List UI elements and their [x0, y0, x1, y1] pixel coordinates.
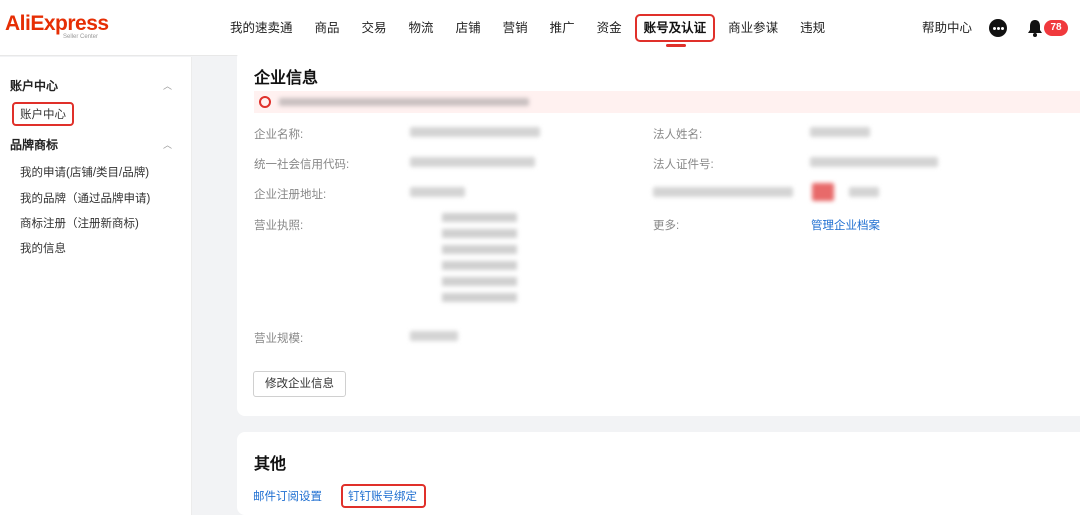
redacted-company-name	[410, 127, 540, 137]
company-info-title: 企业信息	[254, 70, 319, 87]
nav-item-my-aliexpress[interactable]: 我的速卖通	[230, 0, 293, 56]
nav-item-orders[interactable]: 交易	[362, 0, 387, 56]
sidebar-item-account-center[interactable]: 账户中心	[12, 102, 74, 126]
chevron-up-icon[interactable]: ︿	[163, 79, 172, 92]
manage-company-profile-link[interactable]: 管理企业档案	[811, 217, 880, 233]
edit-company-info-button[interactable]: 修改企业信息	[253, 371, 346, 397]
nav-item-promotion[interactable]: 推广	[550, 0, 575, 56]
redacted-credit-code	[410, 157, 535, 167]
company-name-label: 企业名称:	[254, 129, 304, 141]
nav-item-marketing[interactable]: 营销	[503, 0, 528, 56]
notice-banner	[254, 91, 1080, 113]
license-image-thumbnail[interactable]	[442, 213, 517, 308]
dingtalk-link-highlight	[341, 484, 426, 508]
legal-rep-id-label: 法人证件号:	[653, 159, 714, 171]
sidebar-group-brand-trademark[interactable]: 品牌商标	[10, 136, 58, 153]
chevron-up-icon[interactable]: ︿	[163, 138, 172, 151]
bell-icon[interactable]	[1027, 19, 1043, 37]
logo-brand-text: AliExpress	[5, 12, 109, 35]
sidebar-item-my-applications[interactable]: 我的申请(店铺/类目/品牌)	[20, 164, 149, 180]
logo-sub-text: Seller Center	[63, 34, 99, 40]
sidebar: 账户中心 ︿ 账户中心 品牌商标 ︿ 我的申请(店铺/类目/品牌) 我的品牌（通…	[0, 57, 192, 515]
nav-item-products[interactable]: 商品	[315, 0, 340, 56]
business-license-label: 营业执照:	[254, 220, 304, 232]
company-info-card: 企业信息 企业名称: 统一社会信用代码: 企业注册地址: 营业执照: 营业规模:…	[237, 50, 1080, 416]
notification-badge: 78	[1044, 20, 1068, 36]
top-bar: AliExpress Seller Center 我的速卖通 商品 交易 物流 …	[0, 0, 1080, 56]
redacted-legal-rep-id	[810, 157, 938, 167]
business-scale-label: 营业规模:	[254, 333, 304, 345]
sidebar-group-account-center[interactable]: 账户中心	[10, 77, 58, 94]
redacted-mark	[812, 183, 834, 201]
active-nav-highlight	[634, 14, 716, 42]
sidebar-item-my-info[interactable]: 我的信息	[20, 240, 66, 256]
redacted-address-detail	[653, 187, 793, 197]
active-nav-underline	[665, 44, 686, 47]
redacted-business-scale	[410, 331, 458, 341]
other-title: 其他	[254, 456, 287, 473]
email-subscription-link[interactable]: 邮件订阅设置	[253, 488, 322, 504]
redacted-legal-rep-name	[810, 127, 870, 137]
registered-address-label: 企业注册地址:	[254, 189, 327, 201]
nav-item-business-advisor[interactable]: 商业参谋	[728, 0, 778, 56]
redacted-registered-address	[410, 187, 465, 197]
nav-item-account-verification[interactable]: 账号及认证	[634, 0, 716, 56]
help-center-link[interactable]: 帮助中心	[922, 0, 972, 56]
redacted-notice-text	[279, 98, 529, 106]
aliexpress-logo[interactable]: AliExpress Seller Center	[5, 12, 109, 41]
more-label: 更多:	[653, 220, 680, 232]
sidebar-item-my-brands[interactable]: 我的品牌（通过品牌申请)	[20, 190, 150, 206]
redacted-extra	[849, 187, 879, 197]
main-nav: 我的速卖通 商品 交易 物流 店铺 营销 推广 资金 账号及认证 商业参谋 违规	[230, 0, 847, 56]
warning-icon	[259, 96, 271, 108]
credit-code-label: 统一社会信用代码:	[254, 159, 350, 171]
legal-rep-name-label: 法人姓名:	[653, 129, 703, 141]
sidebar-item-trademark-registration[interactable]: 商标注册（注册新商标)	[20, 215, 139, 231]
nav-item-violations[interactable]: 违规	[800, 0, 825, 56]
chat-icon[interactable]	[989, 19, 1007, 37]
nav-item-funds[interactable]: 资金	[597, 0, 622, 56]
nav-item-store[interactable]: 店铺	[456, 0, 481, 56]
nav-item-logistics[interactable]: 物流	[409, 0, 434, 56]
